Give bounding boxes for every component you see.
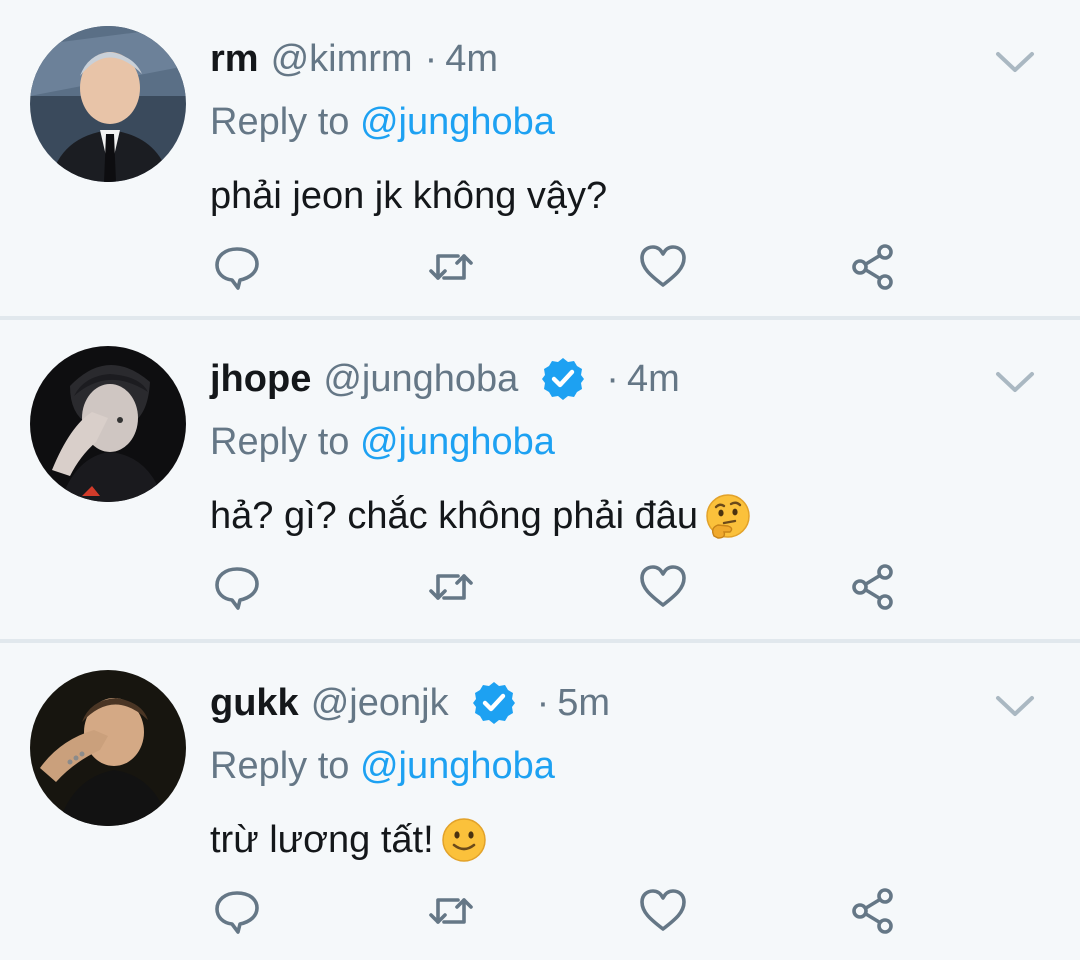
share-icon[interactable] [848,886,898,936]
reply-icon[interactable] [212,886,262,936]
reply-prefix: Reply to [210,745,350,787]
reply-icon[interactable] [212,562,262,612]
retweet-icon[interactable] [426,886,476,936]
tweet-text: hả? gì? chắc không phải đâu [210,488,752,544]
heart-icon[interactable] [638,242,688,292]
tweet[interactable]: jhope @junghoba · 4m Reply to @junghoba … [0,320,1080,636]
verified-badge-icon [540,356,586,402]
reply-mention-link[interactable]: @junghoba [360,421,555,463]
tweet-text-body: trừ lương tất! [210,818,434,861]
tweet-header: gukk @jeonjk · 5m [210,678,610,728]
chevron-down-icon[interactable] [994,690,1036,720]
user-handle[interactable]: @junghoba [323,358,518,401]
reply-context: Reply to @junghoba [210,745,555,788]
display-name[interactable]: rm [210,38,259,81]
user-handle[interactable]: @jeonjk [311,682,449,725]
separator-dot: · [424,37,438,80]
retweet-icon[interactable] [426,562,476,612]
display-name[interactable]: jhope [210,358,311,401]
avatar[interactable] [30,670,186,826]
slightly-smiling-face-emoji [440,816,488,864]
thinking-face-emoji [704,492,752,540]
separator-dot: · [606,357,619,400]
avatar[interactable] [30,26,186,182]
share-icon[interactable] [848,242,898,292]
tweet[interactable]: gukk @jeonjk · 5m Reply to @junghoba trừ… [0,644,1080,960]
tweet-text-body: hả? gì? chắc không phải đâu [210,494,699,537]
reply-mention-link[interactable]: @junghoba [360,745,555,787]
chevron-down-icon[interactable] [994,366,1036,396]
heart-icon[interactable] [638,886,688,936]
divider [0,639,1080,643]
separator-dot: · [536,681,550,724]
retweet-icon[interactable] [426,242,476,292]
chevron-down-icon[interactable] [994,46,1036,76]
tweet[interactable]: rm @kimrm · 4m Reply to @junghoba phải j… [0,0,1080,316]
tweet-header: jhope @junghoba · 4m [210,354,680,404]
avatar[interactable] [30,346,186,502]
tweet-header: rm @kimrm · 4m [210,34,498,84]
reply-mention-link[interactable]: @junghoba [360,101,555,143]
timestamp[interactable]: 5m [557,682,610,725]
tweet-text-body: phải jeon jk không vậy? [210,174,608,217]
timestamp[interactable]: 4m [445,38,498,81]
reply-prefix: Reply to [210,101,350,143]
tweet-text: phải jeon jk không vậy? [210,168,607,224]
share-icon[interactable] [848,562,898,612]
reply-icon[interactable] [212,242,262,292]
tweet-thread: rm @kimrm · 4m Reply to @junghoba phải j… [0,0,1080,957]
heart-icon[interactable] [638,562,688,612]
timestamp[interactable]: 4m [627,358,680,401]
verified-badge-icon [471,680,517,726]
user-handle[interactable]: @kimrm [271,38,413,81]
tweet-text: trừ lương tất! [210,812,488,868]
reply-prefix: Reply to [210,421,350,463]
display-name[interactable]: gukk [210,682,299,725]
reply-context: Reply to @junghoba [210,101,555,144]
reply-context: Reply to @junghoba [210,421,555,464]
